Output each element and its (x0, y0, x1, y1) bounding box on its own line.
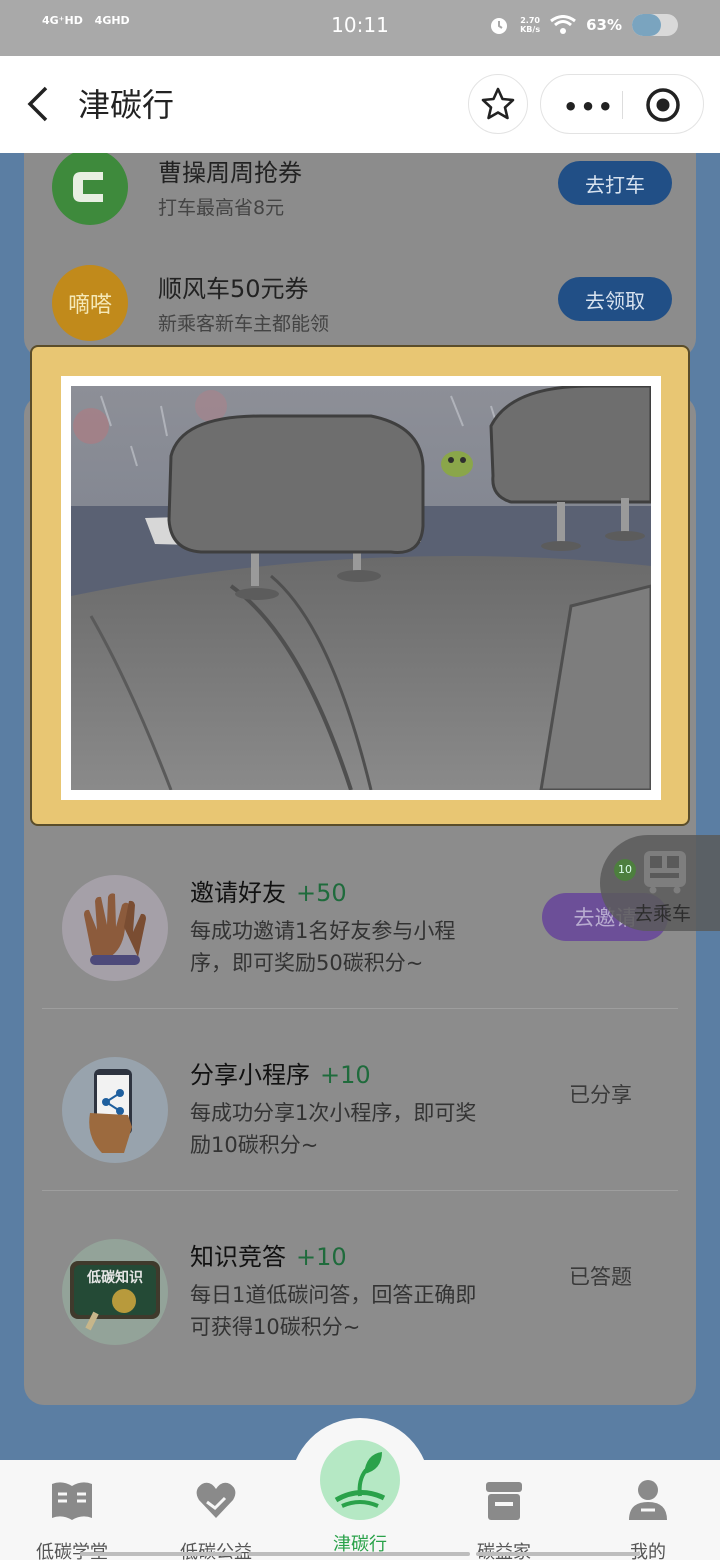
caocao-logo-icon (52, 153, 128, 225)
status-bar: 4G⁺HD 4GHD 10:11 2.70 KB/s 63% (0, 0, 720, 56)
image-popup[interactable] (30, 345, 690, 826)
phone-share-icon (62, 1057, 168, 1163)
favorite-button[interactable] (468, 74, 528, 134)
battery-icon (632, 14, 678, 36)
shop-icon (486, 1482, 522, 1520)
sprout-icon (334, 1452, 386, 1508)
back-arrow-icon[interactable] (22, 84, 52, 124)
tab-label: 碳益家 (477, 1542, 531, 1560)
task-desc: 每成功分享1次小程序，即可奖励10碳积分~ (190, 1101, 477, 1157)
task-title: 知识竞答 +10 (190, 1243, 347, 1271)
coupon-name: 顺风车50元券 (158, 275, 309, 303)
tab-mine[interactable]: 我的 (598, 1478, 698, 1560)
dida-logo-icon: 嘀嗒 (52, 265, 128, 341)
points-badge: 10 (614, 859, 636, 881)
coupon-desc: 打车最高省8元 (158, 197, 285, 219)
coupon-item: 嘀嗒 顺风车50元券 新乘客新车主都能领 去领取 (52, 265, 672, 355)
capsule-divider (622, 91, 623, 119)
tab-label: 我的 (630, 1542, 666, 1560)
home-indicator (248, 1552, 470, 1556)
task-title: 邀请好友 +50 (190, 879, 347, 907)
caocao-c-icon (73, 172, 103, 202)
task-desc: 每日1道低碳问答，回答正确即可获得10碳积分~ (190, 1283, 477, 1339)
shared-status: 已分享 (569, 1083, 632, 1107)
popup-image-frame (61, 376, 661, 800)
wifi-icon (550, 15, 576, 34)
home-indicator (476, 1552, 640, 1556)
quiz-board-icon: 低碳知识 (62, 1239, 168, 1345)
tab-label: 低碳学堂 (36, 1542, 108, 1560)
tab-carbon-benefit-home[interactable]: 碳益家 (454, 1478, 554, 1560)
task-desc: 每成功邀请1名好友参与小程序，即可奖励50碳积分~ (190, 919, 456, 975)
claim-coupon-button[interactable]: 去领取 (558, 277, 672, 321)
car-seat-illustration[interactable] (71, 386, 651, 790)
task-points: +50 (296, 879, 347, 907)
task-item-quiz: 低碳知识 知识竞答 +10 每日1道低碳问答，回答正确即可获得10碳积分~ 已答题 (42, 1191, 678, 1373)
bus-qr-icon (644, 851, 686, 894)
task-title: 分享小程序 +10 (190, 1061, 371, 1089)
quiz-board-text: 低碳知识 (87, 1270, 143, 1286)
more-menu-button[interactable]: ••• (563, 93, 615, 121)
coupon-name: 曹操周周抢券 (158, 159, 302, 187)
net-speed: 2.70 KB/s (520, 16, 541, 34)
coupon-card: 曹操周周抢券 打车最高省8元 去打车 嘀嗒 顺风车50元券 新乘客新车主都能领 … (24, 153, 696, 358)
task-item-share: 分享小程序 +10 每成功分享1次小程序，即可奖励10碳积分~ 已分享 (42, 1009, 678, 1191)
answered-status: 已答题 (569, 1265, 632, 1289)
book-icon (52, 1482, 92, 1520)
tab-label: 低碳公益 (180, 1542, 252, 1560)
floating-ride-button[interactable]: 10 去乘车 (600, 835, 720, 931)
task-item-invite: 邀请好友 +50 每成功邀请1名好友参与小程序，即可奖励50碳积分~ 去邀请 (42, 827, 678, 1009)
ride-label: 去乘车 (634, 903, 692, 925)
heart-hand-icon (196, 1482, 236, 1518)
clapping-hands-icon (62, 875, 168, 981)
user-icon (629, 1480, 667, 1520)
coupon-desc: 新乘客新车主都能领 (158, 313, 330, 335)
task-points: +10 (296, 1243, 347, 1271)
take-taxi-button[interactable]: 去打车 (558, 161, 672, 205)
alarm-icon (491, 18, 508, 34)
home-indicator (80, 1552, 242, 1556)
mini-program-capsule: ••• (540, 74, 704, 134)
tab-low-carbon-charity[interactable]: 低碳公益 (166, 1478, 266, 1560)
nav-header: 津碳行 ••• (0, 56, 720, 153)
star-icon (481, 87, 515, 120)
tab-low-carbon-school[interactable]: 低碳学堂 (22, 1478, 122, 1560)
tab-jin-carbon-travel[interactable] (320, 1440, 400, 1520)
close-program-icon[interactable] (645, 87, 681, 123)
task-points: +10 (320, 1061, 371, 1089)
page-title: 津碳行 (78, 86, 175, 124)
battery-percent: 63% (586, 16, 622, 34)
coupon-item: 曹操周周抢券 打车最高省8元 去打车 (52, 153, 672, 239)
